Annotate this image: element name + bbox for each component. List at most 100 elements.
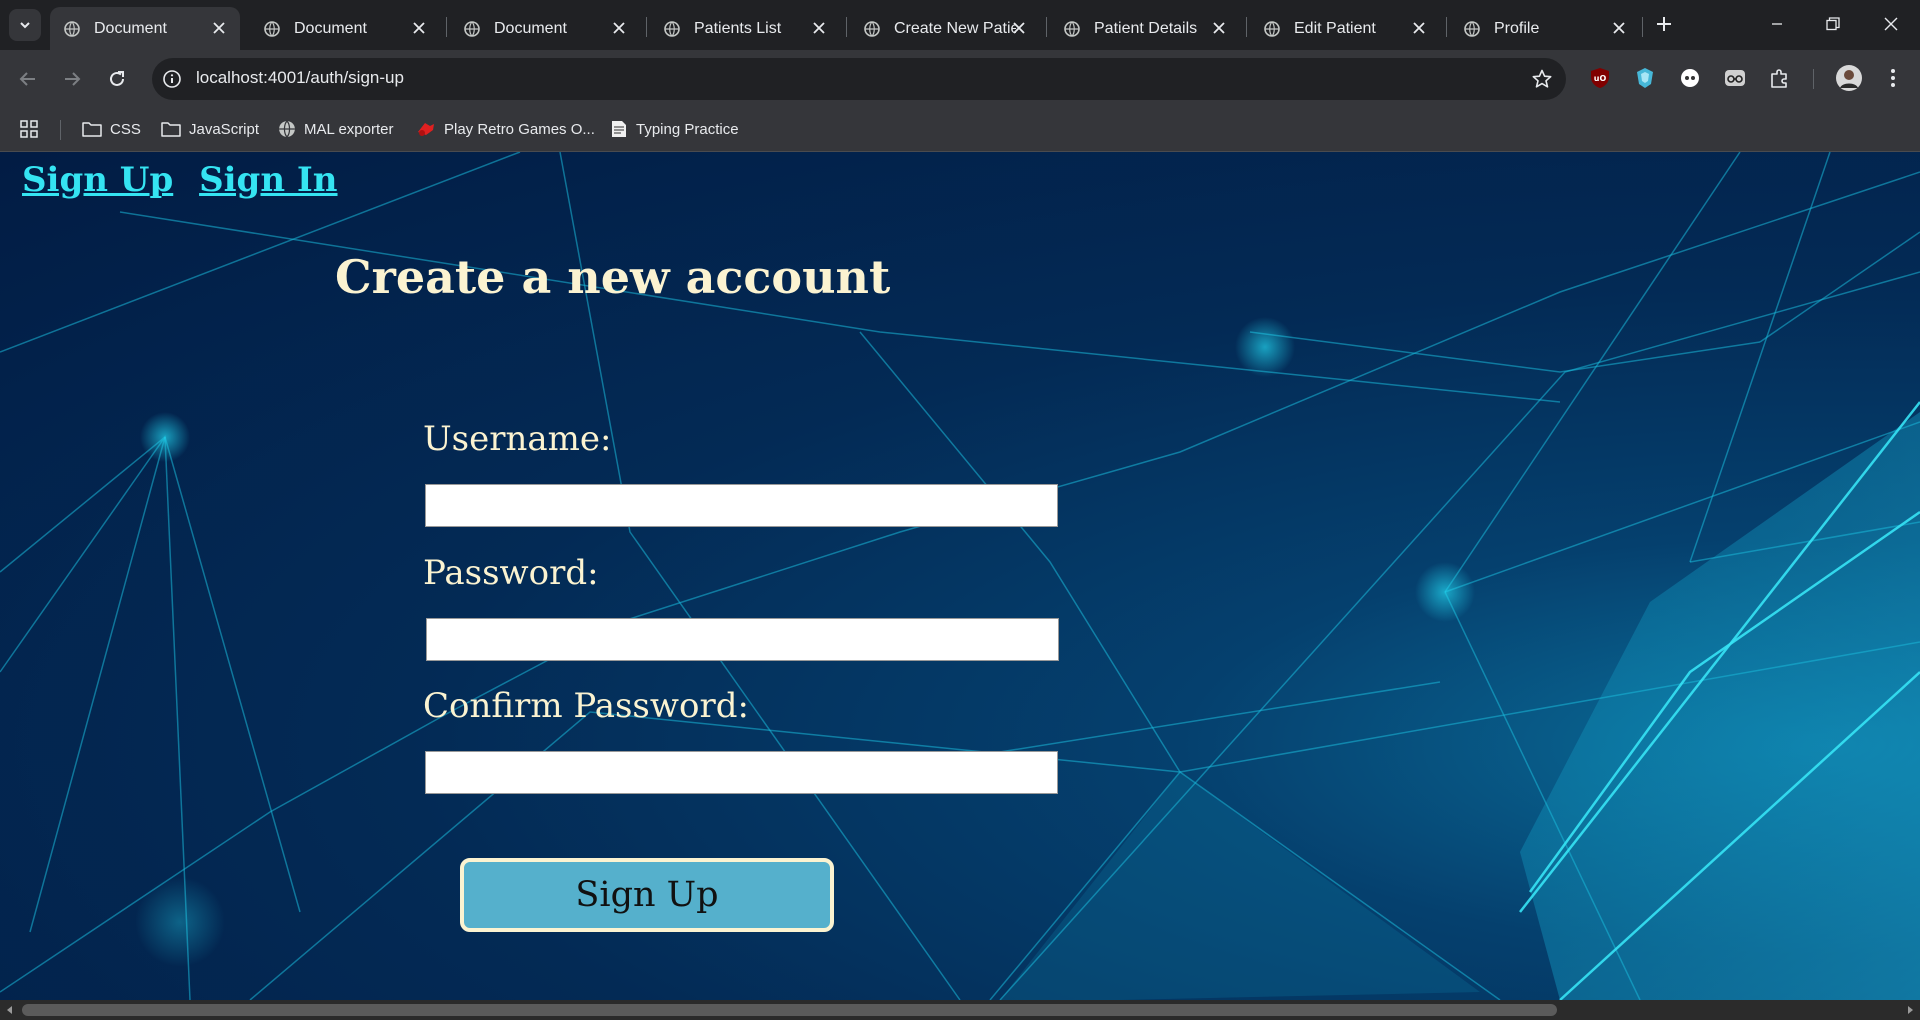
scrollbar-thumb[interactable] xyxy=(22,1004,1557,1016)
folder-icon xyxy=(161,122,181,137)
confirm-password-input[interactable] xyxy=(425,751,1058,794)
shield-extension-icon[interactable] xyxy=(1632,65,1658,91)
globe-icon xyxy=(664,20,680,37)
more-menu-button[interactable] xyxy=(1880,65,1906,91)
keyboard-icon xyxy=(612,121,626,137)
username-input[interactable] xyxy=(425,484,1058,527)
bookmark-label: Play Retro Games O... xyxy=(444,120,595,138)
reload-button[interactable] xyxy=(101,63,133,95)
bookmark-separator xyxy=(60,120,61,140)
globe-icon xyxy=(64,20,80,37)
close-icon[interactable] xyxy=(1010,19,1028,37)
globe-icon xyxy=(464,20,480,37)
sign-in-link[interactable]: Sign In xyxy=(199,160,337,200)
tab-patients-list[interactable]: Patients List xyxy=(650,7,840,50)
close-icon[interactable] xyxy=(410,19,428,37)
bookmark-mal-exporter[interactable]: MAL exporter xyxy=(278,116,393,142)
puzzle-icon[interactable] xyxy=(1767,65,1793,91)
bookmark-label: Typing Practice xyxy=(636,120,739,138)
horizontal-scrollbar[interactable] xyxy=(0,1000,1920,1020)
tab-separator xyxy=(1046,17,1047,37)
apps-button[interactable] xyxy=(20,116,46,142)
tab-document-1[interactable]: Document xyxy=(50,7,240,50)
minimize-icon xyxy=(1772,23,1782,25)
globe-icon xyxy=(1264,20,1280,37)
tab-document-3[interactable]: Document xyxy=(450,7,640,50)
glasses-extension-icon[interactable] xyxy=(1722,65,1748,91)
bookmark-play-retro-games[interactable]: Play Retro Games O... xyxy=(416,116,595,142)
toolbar-separator xyxy=(1813,69,1814,89)
browser-toolbar: localhost:4001/auth/sign-up uO xyxy=(0,50,1920,108)
globe-icon xyxy=(279,120,295,138)
tab-separator xyxy=(1446,17,1447,37)
tab-search-button[interactable] xyxy=(9,9,41,41)
tab-separator xyxy=(446,17,447,37)
tab-title: Create New Patie xyxy=(894,19,1016,37)
page-title: Create a new account xyxy=(335,250,891,304)
globe-icon xyxy=(864,20,880,37)
tab-separator xyxy=(1642,17,1643,37)
password-label: Password: xyxy=(423,553,599,593)
address-bar[interactable]: localhost:4001/auth/sign-up xyxy=(152,58,1566,100)
scroll-left-icon[interactable] xyxy=(6,1006,14,1014)
scroll-right-icon[interactable] xyxy=(1906,1006,1914,1014)
bookmark-label: CSS xyxy=(110,120,141,138)
tab-separator xyxy=(1246,17,1247,37)
bookmark-label: MAL exporter xyxy=(304,120,394,138)
chevron-down-icon xyxy=(20,22,30,29)
window-close-button[interactable] xyxy=(1868,0,1914,48)
username-label: Username: xyxy=(423,419,612,459)
folder-icon xyxy=(82,122,102,137)
profile-avatar[interactable] xyxy=(1834,63,1864,93)
close-icon[interactable] xyxy=(1210,19,1228,37)
tab-profile[interactable]: Profile xyxy=(1450,7,1640,50)
tab-create-new-patient[interactable]: Create New Patie xyxy=(850,7,1040,50)
apps-grid-icon xyxy=(20,120,38,138)
arrow-left-icon xyxy=(19,72,35,86)
restore-icon xyxy=(1826,17,1840,31)
bookmark-css[interactable]: CSS xyxy=(82,116,141,142)
plus-icon xyxy=(1657,17,1671,31)
circle-extension-icon[interactable] xyxy=(1677,65,1703,91)
new-tab-button[interactable] xyxy=(1650,10,1678,38)
page-viewport: Sign Up Sign In Create a new account Use… xyxy=(0,152,1920,1000)
game-icon xyxy=(418,123,434,136)
tab-strip: Document Document Document Patients List… xyxy=(0,0,1920,50)
close-icon[interactable] xyxy=(610,19,628,37)
tab-separator xyxy=(846,17,847,37)
confirm-password-label: Confirm Password: xyxy=(423,686,749,726)
globe-icon xyxy=(1064,20,1080,37)
bookmark-label: JavaScript xyxy=(189,120,260,138)
bookmark-typing-practice[interactable]: Typing Practice xyxy=(608,116,739,142)
tab-patient-details[interactable]: Patient Details xyxy=(1050,7,1240,50)
close-icon[interactable] xyxy=(210,19,228,37)
close-icon xyxy=(1884,17,1898,31)
close-icon[interactable] xyxy=(1610,19,1628,37)
auth-nav: Sign Up Sign In xyxy=(22,160,352,200)
tab-separator xyxy=(646,17,647,37)
close-icon[interactable] xyxy=(1410,19,1428,37)
close-icon[interactable] xyxy=(810,19,828,37)
network-background-image xyxy=(0,152,1920,1000)
bookmark-javascript[interactable]: JavaScript xyxy=(161,116,259,142)
password-input[interactable] xyxy=(426,618,1059,661)
ublock-icon[interactable]: uO xyxy=(1587,65,1613,91)
url-text[interactable]: localhost:4001/auth/sign-up xyxy=(196,68,404,88)
sign-up-button[interactable]: Sign Up xyxy=(460,858,834,932)
bookmarks-bar: CSS JavaScript MAL exporter Play Retro G… xyxy=(0,108,1920,152)
minimize-button[interactable] xyxy=(1754,0,1800,48)
svg-text:uO: uO xyxy=(1594,74,1607,83)
arrow-right-icon xyxy=(65,72,81,86)
bookmark-star-icon[interactable] xyxy=(1532,69,1552,94)
info-icon[interactable] xyxy=(162,69,182,94)
reload-icon xyxy=(110,71,124,86)
forward-button[interactable] xyxy=(56,63,88,95)
sign-up-link[interactable]: Sign Up xyxy=(22,160,173,200)
globe-icon xyxy=(1464,20,1480,37)
globe-icon xyxy=(264,20,280,37)
kebab-menu-icon xyxy=(1891,69,1895,87)
tab-edit-patient[interactable]: Edit Patient xyxy=(1250,7,1440,50)
back-button[interactable] xyxy=(12,63,44,95)
tab-document-2[interactable]: Document xyxy=(250,7,440,50)
restore-button[interactable] xyxy=(1810,0,1856,48)
